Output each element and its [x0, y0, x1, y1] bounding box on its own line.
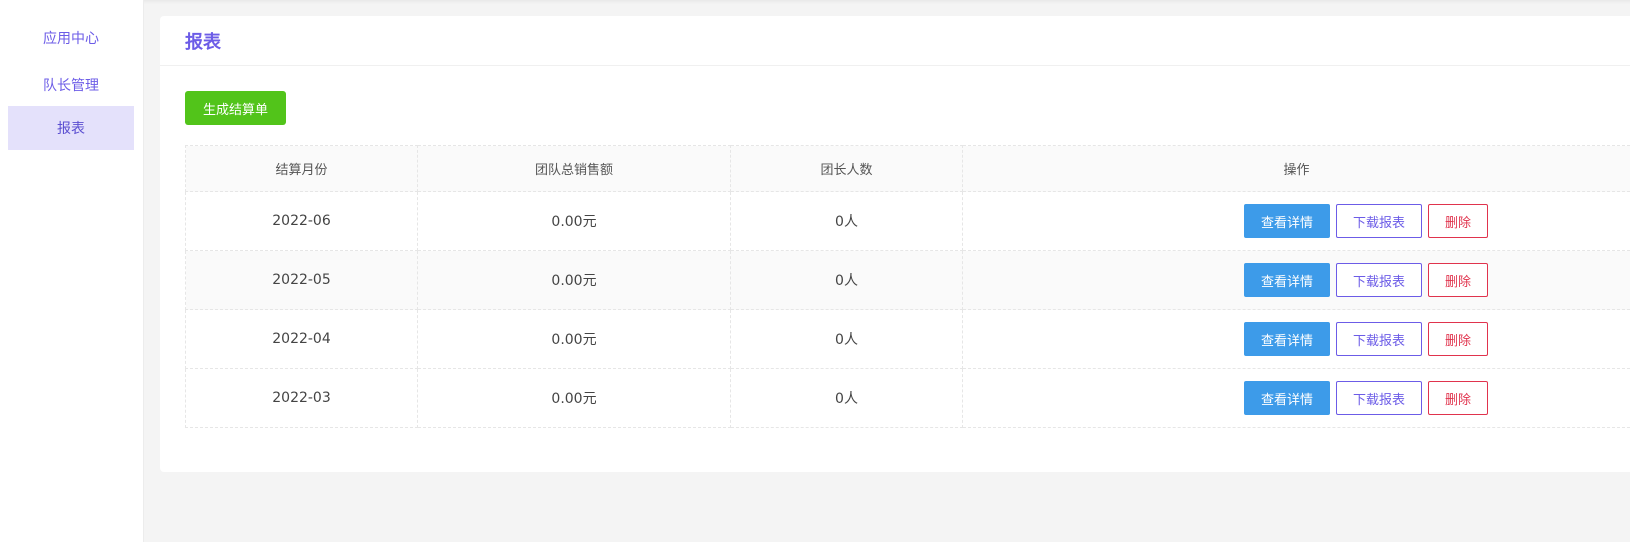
column-header-actions: 操作	[962, 145, 1630, 192]
sidebar-item-leader-management[interactable]: 队长管理	[8, 63, 134, 107]
download-report-button[interactable]: 下载报表	[1336, 322, 1423, 356]
sidebar-item-label: 队长管理	[43, 78, 99, 94]
cell-actions: 查看详情 下载报表 删除	[962, 309, 1630, 369]
cell-sales: 0.00元	[417, 250, 731, 310]
cell-leaders: 0人	[730, 250, 963, 310]
cell-actions: 查看详情 下载报表 删除	[962, 191, 1630, 251]
cell-leaders: 0人	[730, 368, 963, 428]
column-header-leaders: 团长人数	[730, 145, 963, 192]
delete-button[interactable]: 删除	[1428, 322, 1489, 356]
cell-month: 2022-03	[185, 368, 418, 428]
cell-month: 2022-04	[185, 309, 418, 369]
delete-button[interactable]: 删除	[1428, 263, 1489, 297]
cell-month: 2022-05	[185, 250, 418, 310]
table-row: 2022-04 0.00元 0人 查看详情 下载报表 删除	[185, 309, 1630, 369]
page-title: 报表	[185, 31, 221, 53]
report-table: 结算月份 团队总销售额 团长人数 操作 2022-06 0.00元 0人 查看详…	[185, 145, 1630, 428]
cell-leaders: 0人	[730, 309, 963, 369]
download-report-button[interactable]: 下载报表	[1336, 381, 1423, 415]
table-row: 2022-06 0.00元 0人 查看详情 下载报表 删除	[185, 191, 1630, 251]
cell-actions: 查看详情 下载报表 删除	[962, 250, 1630, 310]
table-header-row: 结算月份 团队总销售额 团长人数 操作	[185, 145, 1630, 192]
column-header-month: 结算月份	[185, 145, 418, 192]
view-details-button[interactable]: 查看详情	[1244, 322, 1331, 356]
table-row: 2022-03 0.00元 0人 查看详情 下载报表 删除	[185, 368, 1630, 428]
content-card: 报表 生成结算单 结算月份 团队总销售额 团长人数 操作 2022-06 0.0…	[160, 16, 1630, 472]
sidebar: 应用中心 队长管理 报表	[0, 0, 144, 542]
page: 应用中心 队长管理 报表 报表 生成结算单 结算月份 团队总销售额 团长人数 操…	[0, 0, 1630, 542]
column-header-sales: 团队总销售额	[417, 145, 731, 192]
cell-leaders: 0人	[730, 191, 963, 251]
sidebar-item-label: 报表	[57, 121, 85, 137]
download-report-button[interactable]: 下载报表	[1336, 263, 1423, 297]
view-details-button[interactable]: 查看详情	[1244, 381, 1331, 415]
sidebar-item-label: 应用中心	[43, 31, 99, 47]
cell-sales: 0.00元	[417, 368, 731, 428]
top-shadow	[144, 0, 1630, 4]
delete-button[interactable]: 删除	[1428, 381, 1489, 415]
sidebar-item-app-center[interactable]: 应用中心	[8, 16, 134, 60]
cell-sales: 0.00元	[417, 191, 731, 251]
cell-actions: 查看详情 下载报表 删除	[962, 368, 1630, 428]
generate-settlement-button[interactable]: 生成结算单	[185, 91, 287, 125]
cell-sales: 0.00元	[417, 309, 731, 369]
card-header: 报表	[160, 16, 1630, 66]
cell-month: 2022-06	[185, 191, 418, 251]
download-report-button[interactable]: 下载报表	[1336, 204, 1423, 238]
table-row: 2022-05 0.00元 0人 查看详情 下载报表 删除	[185, 250, 1630, 310]
sidebar-item-reports[interactable]: 报表	[8, 106, 134, 150]
view-details-button[interactable]: 查看详情	[1244, 204, 1331, 238]
view-details-button[interactable]: 查看详情	[1244, 263, 1331, 297]
delete-button[interactable]: 删除	[1428, 204, 1489, 238]
